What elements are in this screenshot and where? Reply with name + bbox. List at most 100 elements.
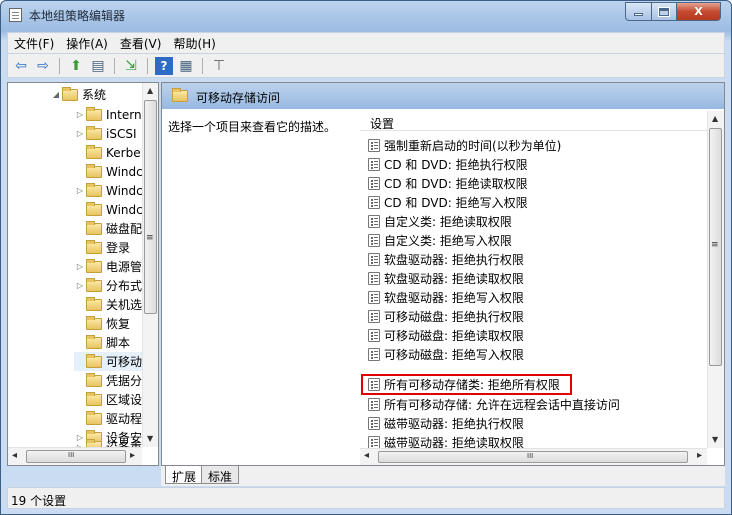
close-icon: X	[694, 5, 703, 18]
policy-label: 软盘驱动器: 拒绝执行权限	[384, 252, 524, 267]
tree-node[interactable]: 磁盘配	[74, 219, 142, 238]
app-window: 本地组策略编辑器 X 文件(F) 操作(A) 查看(V) 帮助(H) ⇦ ⇨ ⬆…	[0, 0, 732, 515]
expand-arrow-icon[interactable]: ▷	[74, 262, 86, 271]
menu-action[interactable]: 操作(A)	[60, 35, 114, 52]
tree-hscroll-thumb[interactable]	[26, 450, 126, 463]
tree-node-label: Kerbe	[106, 145, 141, 160]
show-hide-tree-icon[interactable]: ▤	[89, 57, 107, 75]
tree-node[interactable]: 恢复	[74, 314, 130, 333]
tree-node-label: Windc	[106, 183, 143, 198]
policy-label: 软盘驱动器: 拒绝写入权限	[384, 290, 524, 305]
tree-node-label: 恢复	[106, 317, 131, 331]
tree-node[interactable]: Kerbe	[74, 143, 141, 162]
expand-arrow-icon[interactable]: ▷	[74, 110, 86, 119]
collapse-arrow-icon[interactable]: ◢	[50, 90, 62, 99]
policy-row[interactable]: 可移动磁盘: 拒绝读取权限	[368, 326, 524, 344]
policy-row[interactable]: 强制重新启动的时间(以秒为单位)	[368, 136, 561, 154]
policy-row[interactable]: 软盘驱动器: 拒绝执行权限	[368, 250, 524, 268]
policy-row[interactable]: 磁带驱动器: 拒绝执行权限	[368, 414, 524, 432]
description-text: 选择一个项目来查看它的描述。	[168, 120, 337, 134]
tree-node-system[interactable]: ◢ 系统	[50, 85, 106, 104]
forward-icon[interactable]: ⇨	[34, 57, 52, 75]
tree-node-label: 分布式	[106, 279, 143, 293]
expand-arrow-icon[interactable]: ▷	[74, 129, 86, 138]
scroll-up-icon[interactable]: ▲	[147, 86, 153, 95]
tree-node[interactable]: 凭据分	[74, 371, 142, 390]
tree-node[interactable]: 驱动程	[74, 409, 142, 428]
policy-row[interactable]: 自定义类: 拒绝写入权限	[368, 231, 512, 249]
tree-node[interactable]: 脚本	[74, 333, 130, 352]
scroll-down-icon[interactable]: ▼	[147, 434, 153, 443]
scroll-down-icon[interactable]: ▼	[712, 435, 718, 444]
scroll-up-icon[interactable]: ▲	[712, 114, 718, 123]
tree-node-selected[interactable]: 可移动	[74, 352, 143, 371]
policy-row[interactable]: 所有可移动存储: 允许在远程会话中直接访问	[368, 395, 620, 413]
policy-row[interactable]: CD 和 DVD: 拒绝写入权限	[368, 193, 528, 211]
policy-editor-icon	[9, 8, 22, 22]
tree-node[interactable]: ▷ 分布式	[74, 276, 142, 295]
tree-scroll-thumb[interactable]	[144, 100, 157, 314]
export-list-icon[interactable]: ⇲	[122, 57, 140, 75]
tree-node[interactable]: 关机选	[74, 295, 142, 314]
help-icon[interactable]: ?	[155, 56, 173, 75]
policy-label: CD 和 DVD: 拒绝执行权限	[384, 157, 528, 172]
tree-node[interactable]: ▷ 电源管	[74, 257, 142, 276]
scroll-left-icon[interactable]: ◂	[12, 450, 17, 461]
tab-extended[interactable]: 扩展	[165, 466, 204, 484]
tree-node-label: 驱动程	[106, 412, 143, 426]
policy-row[interactable]: 可移动磁盘: 拒绝执行权限	[368, 307, 524, 325]
tree-node[interactable]: ▷ iSCSI	[74, 124, 137, 143]
tree-node[interactable]: 区域设	[74, 390, 142, 409]
policy-label: 自定义类: 拒绝写入权限	[384, 233, 512, 248]
policy-row[interactable]: 可移动磁盘: 拒绝写入权限	[368, 345, 524, 363]
policy-setting-icon	[368, 176, 380, 190]
tree-pane[interactable]: ◢ 系统 ▷ Intern ▷ iSCSI Kerbe Windc ▷ Windc W…	[7, 82, 159, 466]
policy-setting-icon	[368, 157, 380, 171]
tree-node[interactable]: 登录	[74, 238, 130, 257]
policy-label: 可移动磁盘: 拒绝写入权限	[384, 347, 524, 362]
policy-setting-icon	[368, 138, 380, 152]
tree-node-label: 可移动	[106, 355, 143, 369]
scroll-right-icon[interactable]: ▸	[130, 450, 135, 461]
policy-setting-icon	[368, 271, 380, 285]
minimize-button[interactable]	[625, 2, 652, 21]
policy-row[interactable]: CD 和 DVD: 拒绝执行权限	[368, 155, 528, 173]
policy-label: CD 和 DVD: 拒绝读取权限	[384, 176, 528, 191]
tree-node[interactable]: Windc	[74, 162, 143, 181]
folder-icon	[86, 201, 102, 216]
toolbar-separator	[202, 57, 203, 74]
folder-icon	[86, 220, 102, 235]
maximize-button[interactable]	[651, 2, 677, 21]
expand-arrow-icon[interactable]: ▷	[74, 433, 86, 442]
column-header-label: 设置	[370, 117, 395, 131]
folder-icon	[86, 163, 102, 178]
title-bar[interactable]: 本地组策略编辑器 X	[1, 1, 731, 29]
scroll-right-icon[interactable]: ▸	[697, 450, 702, 461]
properties-icon[interactable]: ▦	[177, 57, 195, 75]
tree-node-label: 脚本	[106, 336, 131, 350]
menu-view[interactable]: 查看(V)	[114, 35, 168, 52]
policy-setting-icon	[368, 328, 380, 342]
highlight-box	[361, 374, 572, 395]
filter-icon[interactable]: ⊤	[210, 57, 228, 75]
policy-row[interactable]: 自定义类: 拒绝读取权限	[368, 212, 512, 230]
policy-setting-icon	[368, 233, 380, 247]
policy-row[interactable]: 软盘驱动器: 拒绝写入权限	[368, 288, 524, 306]
expand-arrow-icon[interactable]: ▷	[74, 281, 86, 290]
scroll-left-icon[interactable]: ◂	[364, 450, 369, 461]
expand-arrow-icon[interactable]: ▷	[74, 186, 86, 195]
tree-node[interactable]: ▷ Intern	[74, 105, 142, 124]
menu-help[interactable]: 帮助(H)	[167, 35, 221, 52]
policy-row[interactable]: CD 和 DVD: 拒绝读取权限	[368, 174, 528, 192]
tree-node[interactable]: Windc	[74, 200, 143, 219]
policy-row[interactable]: 软盘驱动器: 拒绝读取权限	[368, 269, 524, 287]
tab-standard[interactable]: 标准	[201, 466, 240, 484]
policy-label: 磁带驱动器: 拒绝执行权限	[384, 416, 524, 431]
tree-node-label: Windc	[106, 164, 143, 179]
menu-file[interactable]: 文件(F)	[8, 35, 60, 52]
tree-node[interactable]: ▷ Windc	[74, 181, 143, 200]
up-level-icon[interactable]: ⬆	[67, 57, 85, 75]
column-header-setting[interactable]: 设置	[360, 111, 707, 131]
close-button[interactable]: X	[676, 2, 721, 21]
back-icon[interactable]: ⇦	[12, 57, 30, 75]
